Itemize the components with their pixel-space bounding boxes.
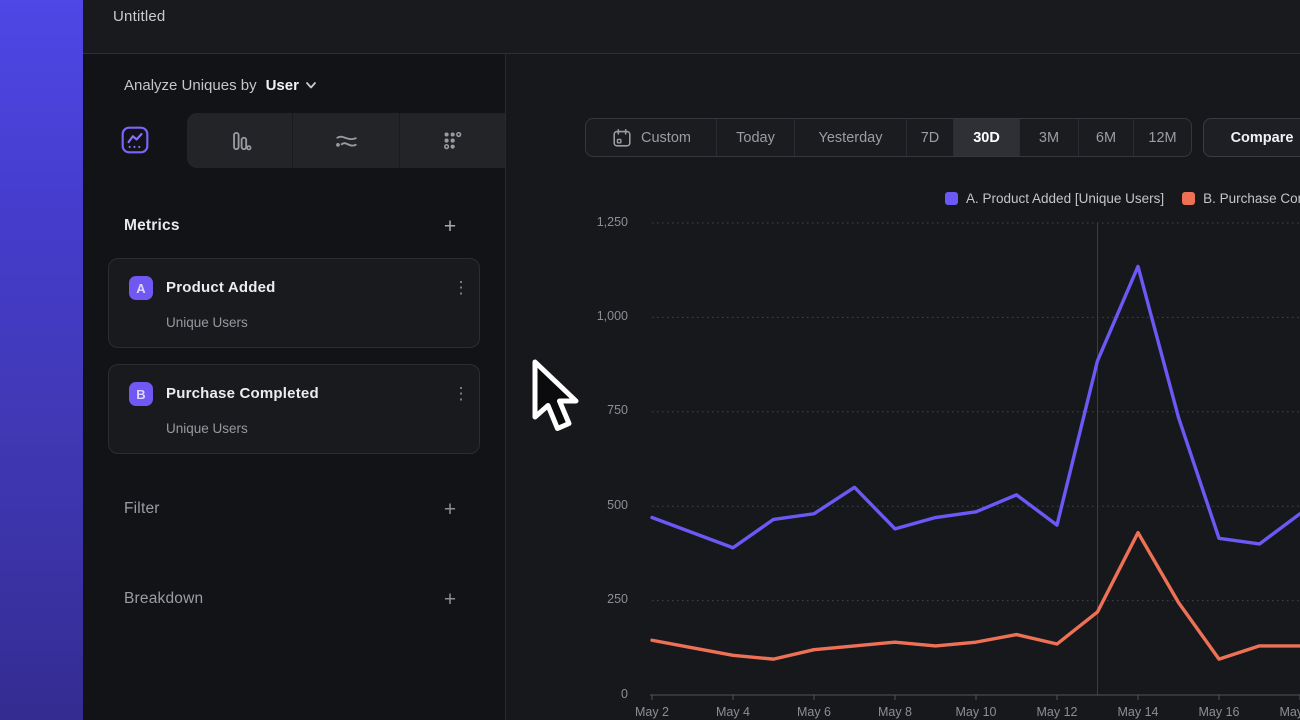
y-axis-tick: 750: [556, 403, 628, 417]
metric-card-purchase-completed[interactable]: B Purchase Completed ⋮ Unique Users: [108, 364, 480, 454]
analyze-label: Analyze Uniques by: [124, 77, 257, 94]
series-line-a: [652, 266, 1300, 547]
metrics-header: Metrics: [124, 217, 180, 235]
add-filter-button[interactable]: +: [438, 498, 462, 522]
sidebar: Analyze Uniques by User: [83, 54, 506, 720]
grid-dots-icon: [439, 128, 465, 154]
x-axis-tick: May 12: [1017, 705, 1097, 719]
y-axis-tick: 250: [556, 592, 628, 606]
filter-header: Filter: [124, 500, 160, 518]
tab-line-chart[interactable]: [118, 123, 152, 157]
breakdown-header: Breakdown: [124, 590, 203, 608]
bar-chart-icon: [227, 128, 253, 154]
line-chart-icon: [120, 125, 150, 155]
x-axis-tick: May 4: [693, 705, 773, 719]
x-axis-tick: May 16: [1179, 705, 1259, 719]
metric-badge-a: A: [129, 276, 153, 300]
x-axis-tick: May 8: [855, 705, 935, 719]
chevron-down-icon: [305, 79, 317, 91]
y-axis-tick: 1,250: [556, 215, 628, 229]
app-screen: Untitled Analyze Uniques by User: [0, 0, 1300, 720]
metric-subtitle[interactable]: Unique Users: [166, 421, 248, 436]
metric-title: Purchase Completed: [166, 385, 319, 402]
chart-type-tabs: [83, 113, 505, 168]
add-breakdown-button[interactable]: +: [438, 588, 462, 612]
x-axis-tick: May 10: [936, 705, 1016, 719]
x-axis-tick: May 2: [612, 705, 692, 719]
inactive-tabs-block: [187, 113, 505, 168]
analyze-by-value: User: [266, 77, 299, 94]
line-chart-canvas[interactable]: [506, 54, 1300, 720]
metric-title: Product Added: [166, 279, 276, 296]
analyze-row: Analyze Uniques by User: [124, 73, 317, 97]
tab-grid-dots[interactable]: [399, 113, 505, 168]
chart-area: 0 250 500 750 1,000 1,250 May 2 May 4 Ma…: [506, 54, 1300, 720]
metric-subtitle[interactable]: Unique Users: [166, 315, 248, 330]
topbar: Untitled: [83, 0, 1300, 54]
metric-card-product-added[interactable]: A Product Added ⋮ Unique Users: [108, 258, 480, 348]
add-metric-button[interactable]: +: [438, 215, 462, 239]
kebab-menu-icon[interactable]: ⋮: [449, 275, 473, 301]
kebab-menu-icon[interactable]: ⋮: [449, 381, 473, 407]
x-axis-tick: May 18: [1260, 705, 1300, 719]
background-gradient-strip: [0, 0, 83, 720]
x-axis-tick: May 6: [774, 705, 854, 719]
analyze-by-dropdown[interactable]: User: [266, 77, 317, 94]
tab-bar-chart[interactable]: [187, 113, 292, 168]
flow-icon: [333, 128, 359, 154]
main-panel: Custom Today Yesterday 7D 30D 3M 6M 12M …: [506, 54, 1300, 720]
x-axis-tick: May 14: [1098, 705, 1178, 719]
report-title[interactable]: Untitled: [113, 0, 165, 53]
y-axis-tick: 1,000: [556, 309, 628, 323]
y-axis-tick: 500: [556, 498, 628, 512]
series-line-b: [652, 533, 1300, 659]
tab-flow[interactable]: [292, 113, 398, 168]
y-axis-tick: 0: [556, 687, 628, 701]
metric-badge-b: B: [129, 382, 153, 406]
